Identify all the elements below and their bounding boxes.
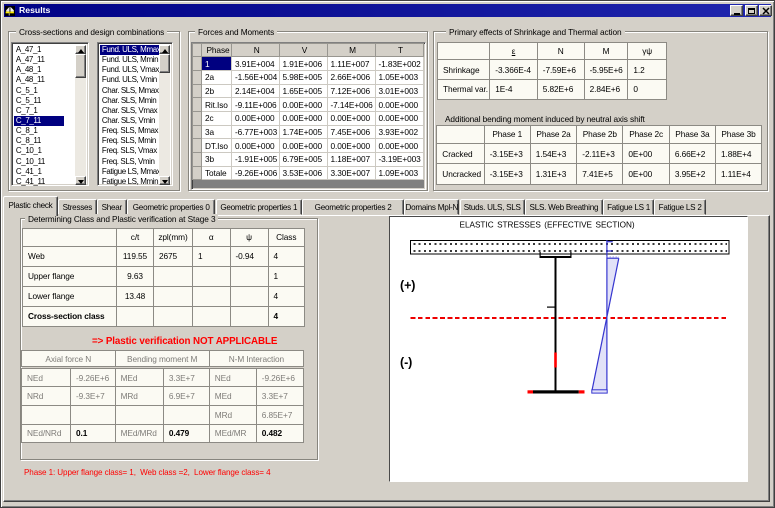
svg-text:(-): (-)	[400, 355, 412, 369]
svg-text:ELASTIC STRESSES (EFFECTIVE SE: ELASTIC STRESSES (EFFECTIVE SECTION)	[459, 220, 634, 229]
svg-text:(+): (+)	[400, 278, 415, 292]
